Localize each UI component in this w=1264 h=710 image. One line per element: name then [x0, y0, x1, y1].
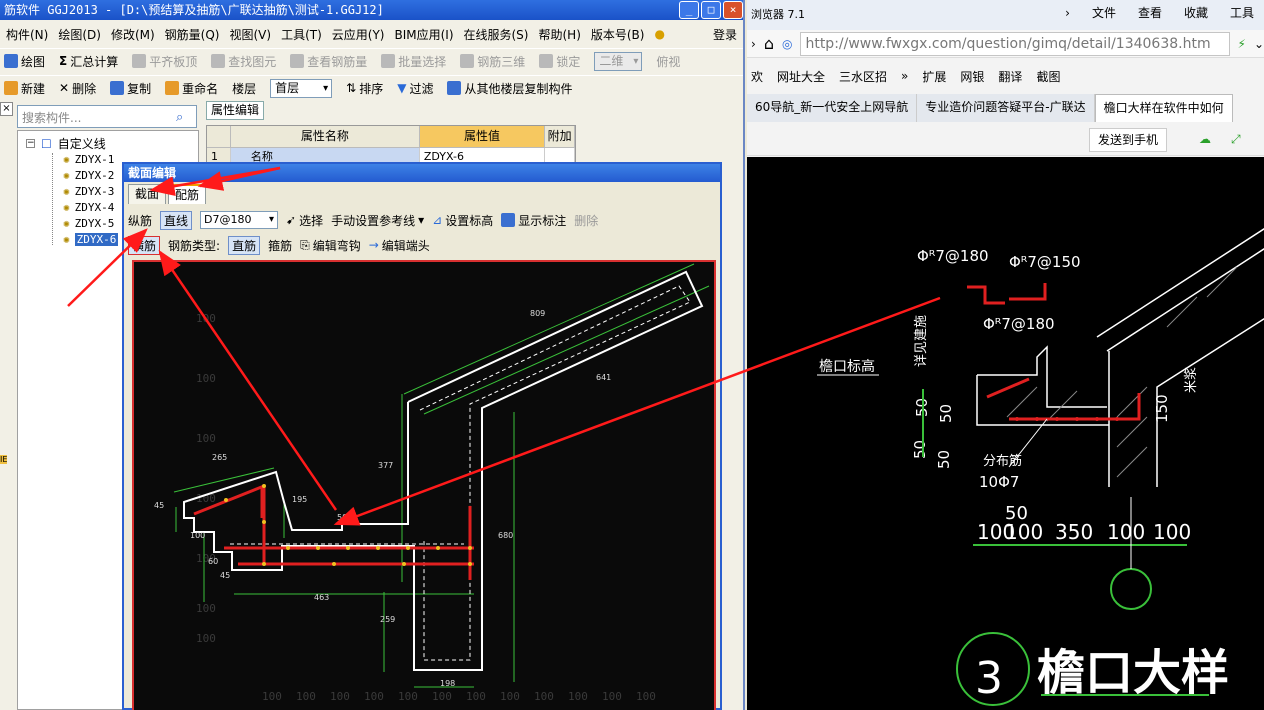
annotation-arrows — [67, 166, 941, 526]
red-arrows — [67, 166, 941, 526]
screen: 筋软件 GGJ2013 - [D:\预结算及抽筋\广联达抽筋\测试-1.GGJ1… — [0, 0, 1264, 710]
